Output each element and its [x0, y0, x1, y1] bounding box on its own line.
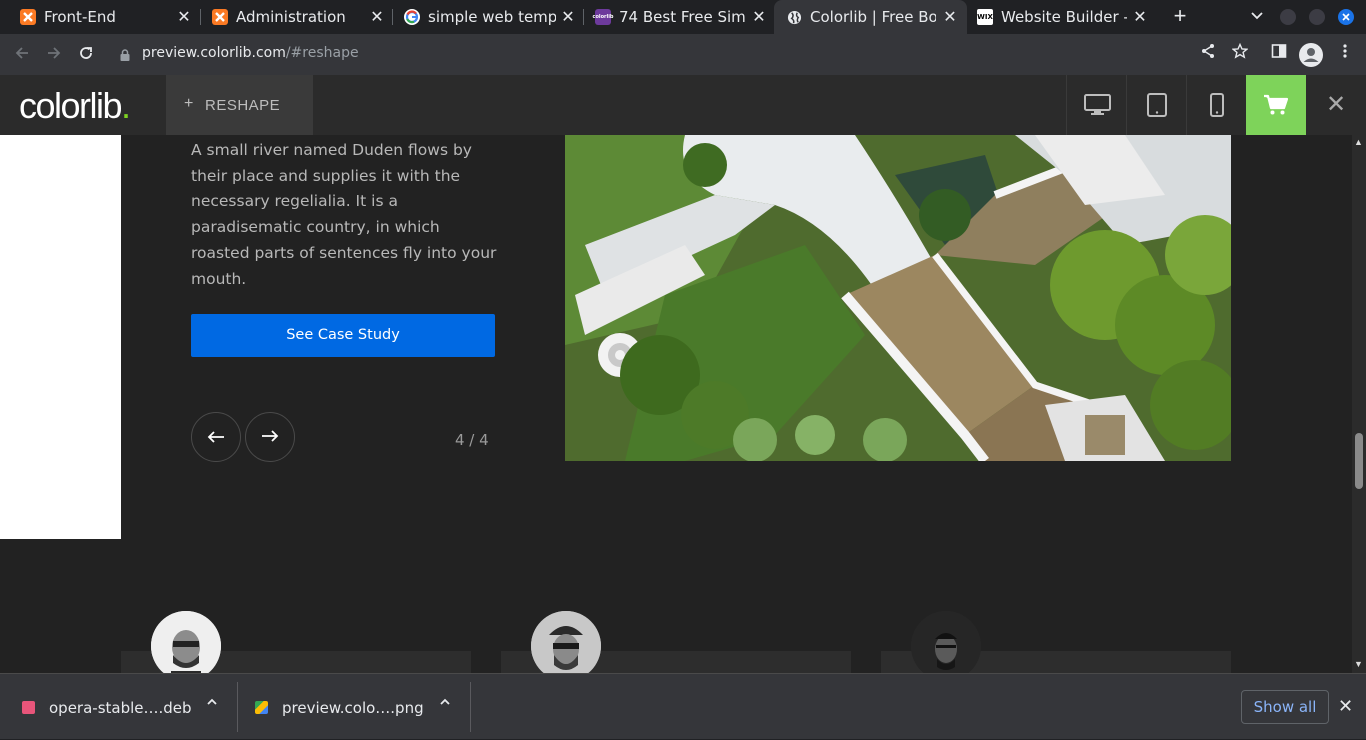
vertical-scrollbar[interactable]: ▲ ▼	[1352, 135, 1366, 673]
back-arrow-icon[interactable]	[10, 43, 34, 67]
globe-icon	[786, 9, 802, 25]
arrow-right-icon	[262, 430, 279, 442]
tab-title: Front-End	[44, 8, 116, 26]
theme-selector[interactable]: + RESHAPE	[166, 75, 313, 135]
profile-avatar-icon[interactable]	[1299, 43, 1323, 67]
logo-text: colorlib	[19, 85, 123, 126]
logo-dot: .	[121, 85, 131, 126]
buy-cart-button[interactable]	[1246, 75, 1306, 135]
tab-administration[interactable]: Administration ✕	[192, 0, 392, 34]
plus-icon: +	[184, 95, 194, 112]
close-icon[interactable]: ✕	[749, 7, 769, 27]
colorlib-logo[interactable]: colorlib.	[19, 85, 131, 127]
google-icon	[404, 9, 420, 25]
tablet-view-button[interactable]	[1126, 75, 1186, 135]
new-tab-button[interactable]: +	[1168, 5, 1192, 29]
close-icon[interactable]: ✕	[1130, 7, 1150, 27]
tab-simple-web-templates[interactable]: simple web templa ✕	[384, 0, 584, 34]
share-icon[interactable]	[1196, 43, 1220, 67]
url-host: preview.colorlib.com	[142, 45, 286, 61]
png-file-icon	[255, 701, 268, 714]
forward-arrow-icon[interactable]	[42, 43, 66, 67]
tab-74-best-free[interactable]: colorlib 74 Best Free Simple ✕	[575, 0, 775, 34]
show-all-downloads-button[interactable]: Show all	[1241, 690, 1329, 724]
tab-strip: Front-End ✕ Administration ✕ simple web …	[0, 0, 1366, 34]
scrollbar-thumb[interactable]	[1355, 433, 1363, 489]
mobile-view-button[interactable]	[1186, 75, 1246, 135]
close-icon[interactable]: ✕	[940, 7, 960, 27]
browser-toolbar: preview.colorlib.com/#reshape	[0, 34, 1366, 75]
avatar	[531, 611, 601, 673]
url-path: /#reshape	[285, 45, 359, 61]
close-preview-button[interactable]: ✕	[1306, 75, 1366, 135]
prev-slide-button[interactable]	[191, 412, 241, 462]
xampp-icon	[212, 9, 228, 25]
xampp-icon	[20, 9, 36, 25]
divider	[470, 682, 471, 732]
preview-bar: colorlib. + RESHAPE ✕	[0, 75, 1366, 135]
left-white-panel	[0, 135, 121, 539]
wix-favicon-text: WIX	[977, 13, 993, 21]
chevron-up-icon[interactable]	[206, 696, 218, 712]
tab-website-builder[interactable]: WIX Website Builder - C ✕	[966, 0, 1161, 34]
slide-counter: 4 / 4	[455, 431, 489, 449]
tab-title: 74 Best Free Simple	[619, 8, 747, 26]
colorlib-favicon-text: colorlib	[592, 14, 614, 20]
download-item[interactable]: opera-stable….deb	[0, 674, 237, 740]
case-study-description: A small river named Duden flows by their…	[191, 141, 497, 288]
avatar	[151, 611, 221, 673]
deb-file-icon	[22, 701, 35, 714]
close-shelf-icon[interactable]: ✕	[1338, 696, 1353, 717]
scroll-up-icon[interactable]: ▲	[1354, 137, 1363, 147]
side-panel-icon[interactable]	[1267, 43, 1291, 67]
desktop-icon	[1084, 94, 1111, 115]
tab-title: Website Builder - C	[1001, 8, 1127, 26]
tablet-icon	[1147, 93, 1167, 117]
tab-colorlib-active[interactable]: Colorlib | Free Boo ✕	[774, 0, 967, 34]
theme-name: RESHAPE	[205, 97, 281, 114]
tab-front-end[interactable]: Front-End ✕	[0, 0, 200, 34]
desktop-view-button[interactable]	[1066, 75, 1126, 135]
avatar	[911, 611, 981, 673]
arrow-left-icon	[207, 431, 224, 443]
tab-title: Administration	[236, 8, 346, 26]
download-item[interactable]: preview.colo….png	[233, 674, 470, 740]
cart-icon	[1264, 94, 1288, 115]
reload-icon[interactable]	[74, 43, 98, 67]
lock-icon[interactable]	[120, 48, 130, 61]
colorlib-icon: colorlib	[592, 9, 614, 25]
download-filename: preview.colo….png	[282, 699, 424, 717]
downloads-shelf: opera-stable….deb preview.colo….png Show…	[0, 673, 1366, 739]
scroll-down-icon[interactable]: ▼	[1354, 659, 1363, 669]
address-bar[interactable]: preview.colorlib.com/#reshape	[108, 39, 1258, 69]
maximize-button[interactable]	[1309, 9, 1325, 25]
next-slide-button[interactable]	[245, 412, 295, 462]
bookmark-star-icon[interactable]	[1228, 42, 1252, 67]
tab-title: simple web templa	[428, 8, 556, 26]
tab-search-chevron-icon[interactable]	[1250, 8, 1264, 25]
minimize-button[interactable]	[1280, 9, 1296, 25]
close-icon[interactable]: ✕	[174, 7, 194, 27]
page-content: A small river named Duden flows by their…	[0, 135, 1352, 673]
url-text[interactable]: preview.colorlib.com/#reshape	[142, 45, 359, 61]
tab-title: Colorlib | Free Boo	[810, 8, 936, 26]
chevron-up-icon[interactable]	[439, 696, 451, 712]
wix-icon: WIX	[977, 9, 993, 25]
aerial-building-photo	[565, 135, 1231, 461]
window-close-button[interactable]	[1338, 9, 1354, 25]
see-case-study-button[interactable]: See Case Study	[191, 314, 495, 357]
mobile-icon	[1210, 93, 1224, 117]
kebab-menu-icon[interactable]	[1333, 43, 1357, 67]
download-filename: opera-stable….deb	[49, 699, 192, 717]
